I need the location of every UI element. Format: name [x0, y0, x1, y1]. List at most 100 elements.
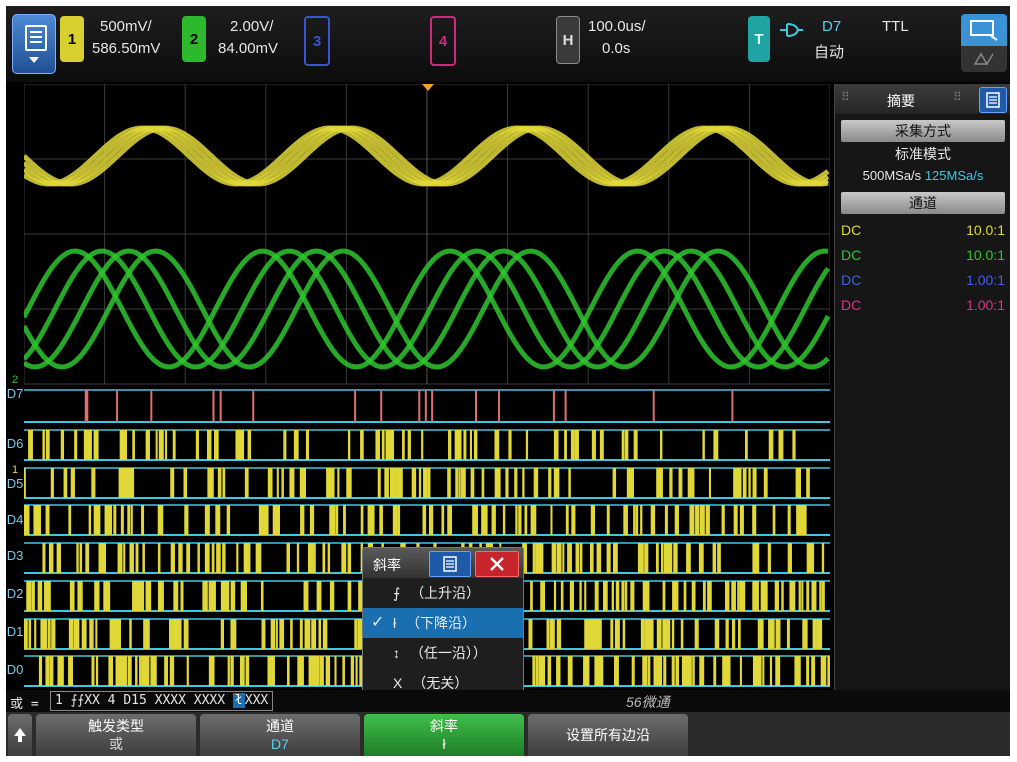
channel-4-probe: 1.00:1	[966, 297, 1005, 313]
chevron-down-icon	[29, 57, 39, 63]
falling-edge-icon: ł	[393, 615, 397, 631]
summary-panel: ⠿ 摘要 ⠿ 采集方式 标准模式 500MSa/s 125MSa/s 通道 DC…	[834, 84, 1010, 690]
dont-care-icon: X	[393, 675, 403, 691]
slope-popup-menu: 斜率 ⨍ （上升沿） ✓ ł （下降沿） ↕ （任一沿）） X （无关）	[362, 547, 524, 707]
softkey-trigger-type[interactable]: 触发类型 或	[36, 714, 196, 756]
channel-2-offset: 84.00mV	[218, 40, 279, 57]
digital-label-d3: D3	[6, 548, 24, 563]
channel-4-row: DC 1.00:1	[835, 293, 1010, 318]
slope-option-label: （任一沿））	[409, 645, 487, 661]
slope-popup-title: 斜率	[373, 557, 401, 573]
softkey-value: D7	[271, 736, 289, 752]
list-icon	[986, 92, 1000, 108]
softkey-title: 通道	[266, 718, 294, 734]
digital-label-d5: D5	[6, 476, 24, 491]
oscilloscope-screen: 1 500mV/ 586.50mV 2 2.00V/ 84.00mV 3 4 H…	[6, 6, 1010, 756]
horizontal-tile[interactable]: H	[556, 16, 580, 64]
panel-menu-button[interactable]	[979, 87, 1007, 113]
channel-2-number: 2	[189, 30, 199, 48]
menu-icon	[25, 25, 47, 51]
pattern-selected-bit: ł	[232, 693, 245, 708]
channel-2-row: DC 10.0:1	[835, 243, 1010, 268]
slope-option-label: （上升沿）	[410, 585, 481, 601]
rising-edge-icon: ⨍	[393, 585, 401, 601]
analog-traces	[24, 125, 830, 370]
channel-1-readout: 500mV/ 586.50mV	[92, 16, 160, 60]
softkey-set-all-edges[interactable]: 设置所有边沿	[528, 714, 688, 756]
trigger-label: T	[754, 30, 764, 48]
softkey-title: 触发类型	[88, 718, 144, 734]
top-status-bar: 1 500mV/ 586.50mV 2 2.00V/ 84.00mV 3 4 H…	[6, 6, 1010, 82]
list-icon	[443, 556, 457, 572]
horizontal-readout: 100.0us/ 0.0s	[588, 16, 646, 60]
watermark-logo: 56微通	[626, 694, 670, 710]
softkey-value: ł	[442, 736, 446, 752]
channel-1-tile[interactable]: 1	[60, 16, 84, 62]
falling-edge-trigger-icon	[780, 23, 803, 37]
pattern-tail: XXX	[244, 693, 269, 708]
channel-1-marker[interactable]: 1	[6, 464, 24, 476]
channel-2-readout: 2.00V/ 84.00mV	[218, 16, 278, 60]
zoom-button[interactable]	[961, 14, 1007, 72]
acquisition-header: 采集方式	[841, 120, 1005, 142]
channel-2-scale: 2.00V/	[230, 18, 274, 35]
softkey-title: 设置所有边沿	[566, 727, 650, 743]
close-icon	[490, 557, 504, 571]
channel-1-probe: 10.0:1	[966, 222, 1005, 238]
channel-2-coupling: DC	[841, 247, 862, 263]
digital-label-d6: D6	[6, 436, 24, 451]
popup-menu-button[interactable]	[429, 551, 471, 577]
channel-4-number: 4	[438, 32, 448, 50]
pattern-bits: 1 ⨍⨍XX 4 D15 XXXX XXXX	[55, 693, 226, 708]
zoom-icon	[961, 14, 1007, 46]
channel-4-tile[interactable]: 4	[430, 16, 456, 66]
summary-panel-header: ⠿ 摘要 ⠿	[835, 84, 1010, 114]
channel-1-coupling: DC	[841, 222, 862, 238]
back-button[interactable]	[8, 714, 32, 756]
slope-popup-header: 斜率	[363, 548, 523, 578]
drag-handle-icon[interactable]: ⠿	[841, 90, 850, 104]
digital-label-d0: D0	[6, 662, 24, 677]
trigger-mode: 自动	[814, 44, 845, 61]
channel-3-coupling: DC	[841, 272, 862, 288]
either-edge-icon: ↕	[393, 645, 400, 661]
channel-3-tile[interactable]: 3	[304, 16, 330, 66]
up-arrow-icon	[14, 728, 26, 742]
softkey-bar: 触发类型 或 通道 D7 斜率 ł 设置所有边沿	[6, 712, 1010, 756]
acquisition-mode: 标准模式	[895, 146, 951, 162]
channel-2-probe: 10.0:1	[966, 247, 1005, 263]
main-menu-button[interactable]	[12, 14, 56, 74]
softkey-value: 或	[109, 736, 123, 752]
trigger-tile[interactable]: T	[748, 16, 770, 62]
pattern-box[interactable]: 1 ⨍⨍XX 4 D15 XXXX XXXX ł XXX	[50, 691, 274, 711]
slope-option-either[interactable]: ↕ （任一沿））	[363, 638, 523, 668]
channel-1-offset: 586.50mV	[92, 40, 161, 57]
slope-option-label: （下降沿）	[406, 615, 477, 631]
sample-rate: 500MSa/s 125MSa/s	[835, 164, 1010, 186]
horizontal-delay: 0.0s	[602, 40, 631, 57]
trigger-level: TTL	[882, 18, 909, 35]
trigger-position-marker	[422, 84, 434, 91]
channel-3-number: 3	[312, 32, 322, 50]
channel-2-tile[interactable]: 2	[182, 16, 206, 62]
popup-close-button[interactable]	[475, 551, 519, 577]
digital-label-d4: D4	[6, 512, 24, 527]
checkmark-icon: ✓	[371, 614, 385, 631]
horizontal-scale: 100.0us/	[588, 18, 646, 35]
drag-handle-icon[interactable]: ⠿	[953, 90, 962, 104]
pattern-prefix: 或 =	[10, 697, 39, 712]
channel-2-marker[interactable]: 2	[6, 374, 24, 386]
slope-option-rising[interactable]: ⨍ （上升沿）	[363, 578, 523, 608]
digital-label-d2: D2	[6, 586, 24, 601]
trigger-pattern-line: 或 = 1 ⨍⨍XX 4 D15 XXXX XXXX ł XXX 56微通	[6, 690, 1010, 712]
channel-1-scale: 500mV/	[100, 18, 152, 35]
softkey-channel[interactable]: 通道 D7	[200, 714, 360, 756]
channel-1-trace	[24, 125, 829, 187]
softkey-slope[interactable]: 斜率 ł	[364, 714, 524, 756]
trigger-source: D7	[822, 18, 842, 35]
horizontal-label: H	[562, 31, 574, 49]
delta-icon	[961, 46, 1007, 72]
softkey-title: 斜率	[430, 718, 458, 734]
slope-option-label: （无关）	[412, 675, 469, 691]
slope-option-falling[interactable]: ✓ ł （下降沿）	[363, 608, 523, 638]
